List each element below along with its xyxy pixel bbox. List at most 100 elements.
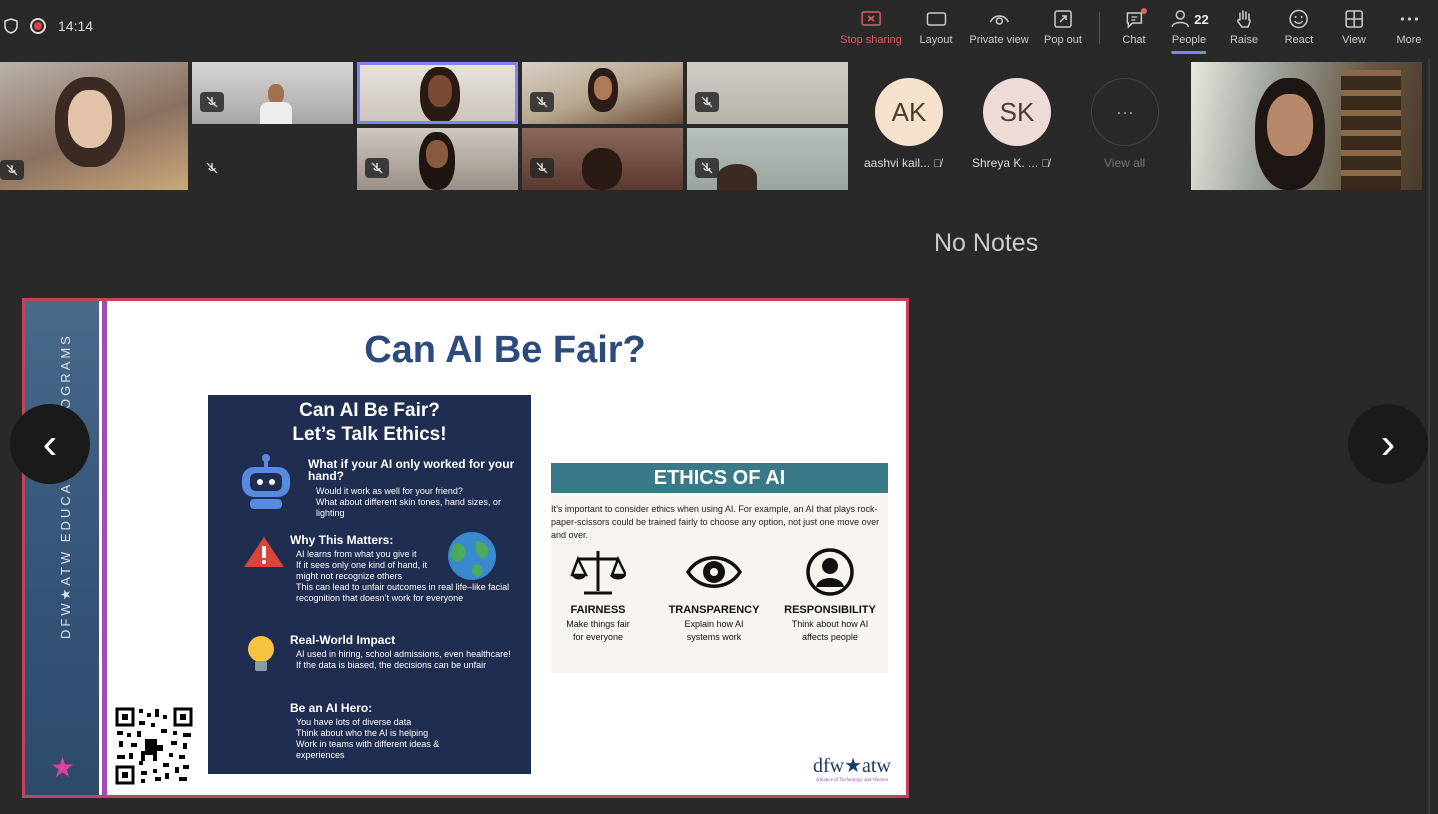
- muted-mic-icon: [200, 158, 224, 178]
- video-tile-self[interactable]: [1191, 62, 1422, 190]
- participant-avatar[interactable]: SK: [983, 78, 1051, 146]
- video-tile[interactable]: [357, 128, 518, 190]
- muted-mic-icon: [200, 92, 224, 112]
- meeting-toolbar: 14:14 Stop sharing Layout Private view P…: [0, 0, 1438, 58]
- sidebar-text: DFW★ATW EDUCATION PROGRAMS: [58, 333, 73, 639]
- muted-mic-icon: [0, 160, 24, 180]
- participant-name: Shreya K. ... 🎙̸: [972, 156, 1050, 170]
- layout-label: Layout: [919, 34, 953, 46]
- muted-mic-icon: [695, 92, 719, 112]
- poster-impact: Real-World Impact AI used in hiring, sch…: [290, 633, 511, 670]
- avatar-initials: AK: [891, 96, 927, 127]
- view-all-button[interactable]: ···: [1091, 78, 1159, 146]
- star-icon: ★: [50, 752, 76, 783]
- person-icon: [806, 548, 854, 596]
- muted-mic-icon: [530, 92, 554, 112]
- transparency-desc: Explain how AI systems work: [684, 619, 744, 642]
- avatar-initials: SK: [999, 96, 1035, 127]
- more-icon: ···: [1116, 101, 1134, 122]
- scales-icon: [570, 551, 629, 595]
- ethics-item-responsibility: RESPONSIBILITY Think about how AI affect…: [775, 547, 885, 644]
- transparency-title: TRANSPARENCY: [668, 604, 760, 616]
- chevron-right-icon: ›: [1380, 419, 1396, 468]
- more-icon: [1400, 17, 1418, 21]
- previous-slide-button[interactable]: ‹: [10, 404, 90, 484]
- muted-mic-icon: [365, 158, 389, 178]
- private-view-button[interactable]: Private view: [969, 8, 1029, 46]
- pop-out-icon: [1054, 10, 1072, 28]
- fairness-title: FAIRNESS: [570, 604, 626, 616]
- fairness-desc: Make things fair for everyone: [566, 619, 630, 642]
- muted-mic-icon: 🎙̸: [1041, 158, 1050, 170]
- ethics-of-ai-panel: ETHICS OF AI It’s important to consider …: [551, 463, 888, 673]
- poster-why: Why This Matters: AI learns from what yo…: [290, 533, 510, 603]
- chat-notification-dot: [1141, 8, 1147, 14]
- eye-icon: [989, 15, 1009, 25]
- recording-icon: [30, 18, 46, 34]
- ethics-intro: It’s important to consider ethics when u…: [551, 504, 880, 540]
- video-tile-active-speaker[interactable]: [357, 62, 518, 124]
- muted-mic-icon: 🎙̸: [933, 158, 942, 170]
- muted-mic-icon: [530, 158, 554, 178]
- participant-name: aashvi kail... 🎙̸: [864, 156, 942, 170]
- more-label: More: [1396, 34, 1422, 46]
- lightbulb-icon: [248, 636, 274, 671]
- video-tile[interactable]: [522, 128, 683, 190]
- stop-sharing-label: Stop sharing: [840, 34, 902, 46]
- participant-avatar[interactable]: AK: [875, 78, 943, 146]
- smile-icon: [1289, 9, 1309, 29]
- private-view-label: Private view: [969, 34, 1029, 46]
- react-label: React: [1284, 34, 1314, 46]
- ethics-poster: Can AI Be Fair? Let’s Talk Ethics! What i…: [208, 395, 531, 774]
- video-tile[interactable]: [192, 128, 353, 190]
- people-label: People: [1171, 34, 1207, 46]
- shield-icon: [4, 18, 18, 34]
- video-tile[interactable]: [687, 62, 848, 124]
- people-icon: [1171, 10, 1190, 28]
- video-tile[interactable]: [687, 128, 848, 190]
- meeting-status: 14:14: [4, 18, 93, 34]
- stop-share-icon: [861, 11, 881, 26]
- view-button[interactable]: View: [1342, 8, 1366, 46]
- shared-slide: DFW★ATW EDUCATION PROGRAMS ★ Can AI Be F…: [22, 298, 909, 798]
- dfw-atw-logo: dfw★atw Alliance of Technology and Women: [813, 755, 891, 783]
- chat-label: Chat: [1122, 34, 1146, 46]
- layout-button[interactable]: Layout: [919, 8, 953, 46]
- hand-icon: [1237, 10, 1251, 28]
- pop-out-button[interactable]: Pop out: [1044, 8, 1082, 46]
- robot-icon: [242, 454, 290, 509]
- ethics-item-transparency: TRANSPARENCY Explain how AI systems work: [659, 547, 769, 644]
- raise-label: Raise: [1229, 34, 1259, 46]
- view-label: View: [1342, 34, 1366, 46]
- poster-hero: Be an AI Hero: You have lots of diverse …: [290, 701, 440, 760]
- responsibility-title: RESPONSIBILITY: [784, 604, 876, 616]
- toolbar-divider: [1099, 12, 1100, 44]
- people-button[interactable]: 22 People: [1169, 8, 1209, 54]
- eye-icon: [685, 556, 743, 588]
- video-tile[interactable]: [192, 62, 353, 124]
- poster-question: What if your AI only worked for your han…: [308, 457, 515, 518]
- pop-out-label: Pop out: [1044, 34, 1082, 46]
- qr-code[interactable]: [113, 705, 195, 787]
- slide-sidebar-accent: [102, 301, 107, 795]
- raise-hand-button[interactable]: Raise: [1230, 8, 1258, 46]
- ethics-banner: ETHICS OF AI: [551, 463, 888, 493]
- video-tile[interactable]: [0, 62, 188, 190]
- scrollbar[interactable]: [1428, 58, 1430, 814]
- muted-mic-icon: [695, 158, 719, 178]
- notes-placeholder: No Notes: [934, 229, 1039, 257]
- warning-icon: [244, 537, 284, 567]
- poster-heading: Can AI Be Fair? Let’s Talk Ethics!: [292, 400, 447, 445]
- react-button[interactable]: React: [1284, 8, 1314, 46]
- grid-icon: [1345, 10, 1363, 28]
- stop-sharing-button[interactable]: Stop sharing: [840, 8, 902, 46]
- slide-title: Can AI Be Fair?: [364, 329, 646, 371]
- view-all-label: View all: [1104, 156, 1146, 170]
- more-button[interactable]: More: [1396, 8, 1422, 46]
- next-slide-button[interactable]: ›: [1348, 404, 1428, 484]
- people-count: 22: [1194, 11, 1209, 27]
- video-tile[interactable]: [522, 62, 683, 124]
- meeting-timer: 14:14: [58, 18, 94, 34]
- responsibility-desc: Think about how AI affects people: [791, 619, 869, 642]
- layout-icon: [926, 12, 946, 26]
